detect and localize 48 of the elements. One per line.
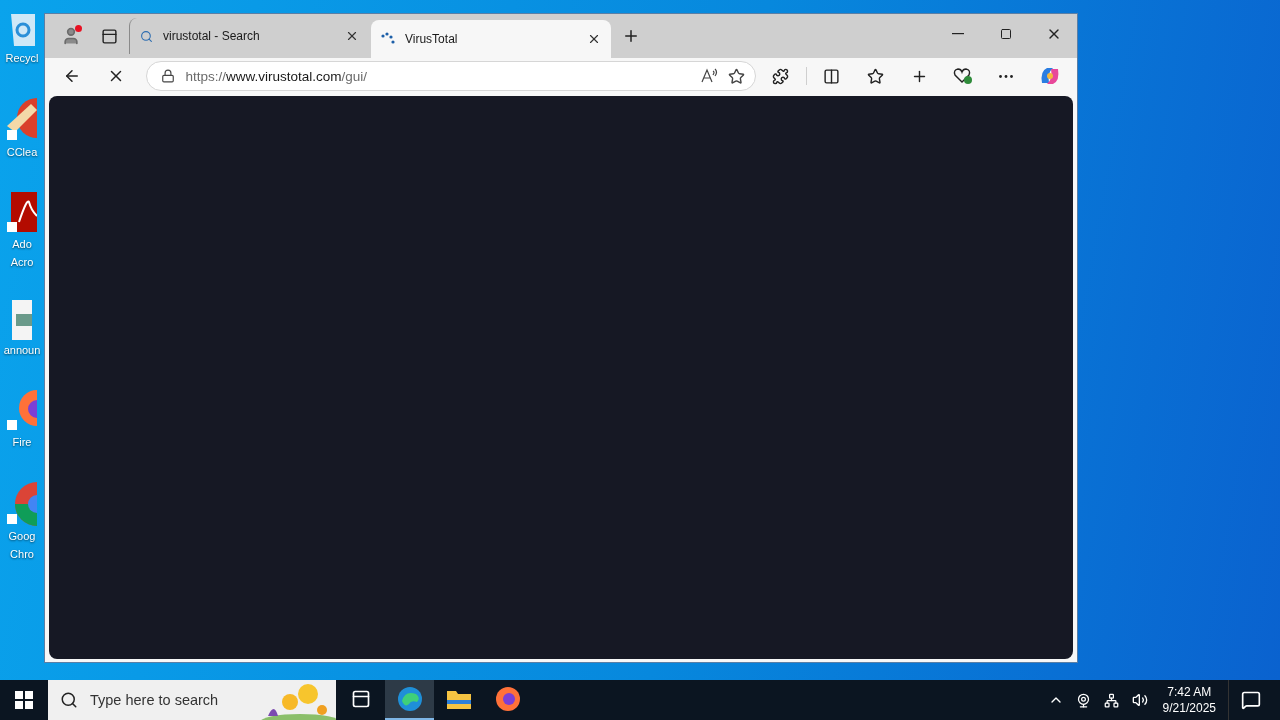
search-icon (60, 691, 78, 709)
desktop-icon-label: Recycl (5, 51, 39, 66)
url-text: https://www.virustotal.com/gui/ (185, 68, 369, 84)
heart-check-icon (952, 67, 973, 85)
maximize-icon (1000, 28, 1012, 40)
address-bar[interactable]: https://www.virustotal.com/gui/ (146, 61, 756, 91)
desktop-icon-label: Ado (12, 237, 32, 252)
minimize-icon (952, 33, 964, 35)
close-icon (345, 29, 359, 43)
desktop-icon-label: Chro (10, 547, 34, 562)
clock-date[interactable]: 9/21/2025 (1162, 701, 1216, 715)
desktop-icon-label: Fire (12, 435, 32, 450)
browser-tab[interactable]: VirusTotal (371, 20, 611, 58)
lock-icon (161, 69, 176, 83)
split-screen-icon (823, 67, 841, 85)
ccleaner-icon[interactable] (7, 96, 37, 142)
taskbar-search-field[interactable]: Type here to search (48, 680, 336, 720)
edge-icon (396, 686, 423, 712)
loading-spinner-icon (381, 32, 395, 46)
search-icon (140, 29, 153, 43)
folder-icon (445, 688, 472, 710)
puzzle-icon (772, 67, 790, 85)
pdf-icon[interactable] (7, 190, 37, 234)
windows-logo-icon (15, 691, 33, 709)
taskbar-app-button[interactable] (385, 680, 434, 720)
more-icon (999, 74, 1014, 78)
chrome-icon[interactable] (7, 480, 37, 526)
volume-icon (1131, 692, 1148, 708)
read-aloud-icon (700, 68, 718, 84)
desktop-icon-label: Goog (8, 529, 36, 544)
favorites-icon (866, 67, 884, 85)
clock-time[interactable]: 7:42 AM (1167, 685, 1212, 699)
notification-icon (1240, 690, 1261, 710)
tab-actions-icon (100, 27, 118, 45)
profile-icon (61, 26, 81, 46)
browser-tab[interactable]: virustotal - Search (129, 18, 369, 54)
desktop-icon-label: announ (3, 343, 41, 358)
favorite-star-icon (728, 67, 745, 85)
image-file-icon[interactable] (12, 300, 32, 340)
webcam-icon (1076, 692, 1092, 708)
plus-icon (622, 27, 640, 45)
task-view-icon (350, 689, 371, 709)
desktop-icon-label: CClea (6, 145, 38, 160)
desktop-icon-label: Acro (10, 255, 34, 270)
close-icon (587, 32, 601, 46)
firefox-icon (494, 686, 521, 712)
network-icon (1104, 692, 1120, 708)
firefox-icon[interactable] (7, 388, 37, 432)
